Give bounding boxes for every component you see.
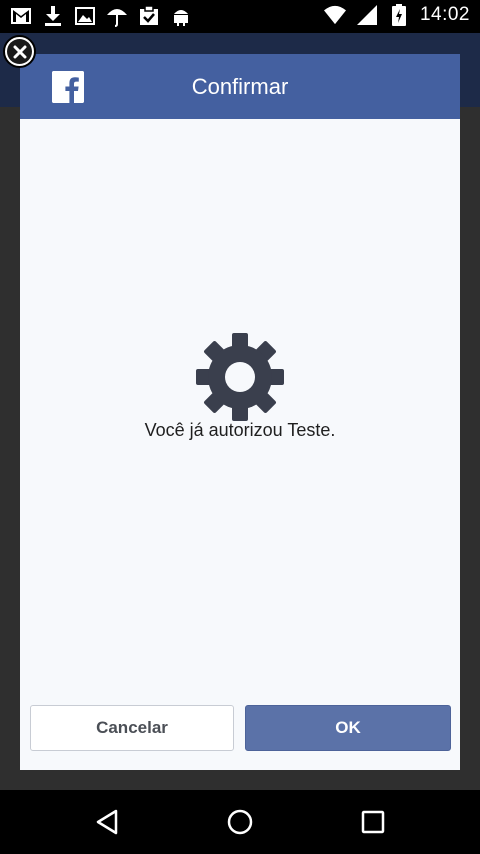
android-icon <box>170 5 192 27</box>
download-icon <box>42 5 64 27</box>
recents-icon[interactable] <box>359 808 387 836</box>
signal-icon <box>356 4 378 26</box>
back-icon[interactable] <box>93 808 121 836</box>
status-system: 14:02 <box>323 4 470 26</box>
close-icon <box>7 39 32 64</box>
screen: 14:02 Confirmar Você já autorizou Teste.… <box>0 0 480 854</box>
authorization-message: Você já autorizou Teste. <box>144 420 336 440</box>
status-bar: 14:02 <box>0 0 480 33</box>
confirm-dialog: Confirmar Você já autorizou Teste. Cance… <box>20 54 460 770</box>
dialog-header: Confirmar <box>20 54 460 119</box>
close-button[interactable] <box>3 35 36 68</box>
clipboard-check-icon <box>138 5 160 27</box>
cancel-button[interactable]: Cancelar <box>30 705 234 751</box>
wifi-icon <box>323 4 346 26</box>
facebook-logo-icon <box>52 71 84 103</box>
image-icon <box>74 5 96 27</box>
status-notifications <box>10 5 192 27</box>
battery-icon <box>388 4 410 26</box>
home-icon[interactable] <box>226 808 254 836</box>
ok-button[interactable]: OK <box>245 705 451 751</box>
umbrella-icon <box>106 5 128 27</box>
dialog-title: Confirmar <box>191 74 289 99</box>
gear-icon <box>196 333 284 421</box>
navigation-bar <box>0 790 480 854</box>
status-time: 14:02 <box>419 4 470 25</box>
gmail-icon <box>10 5 32 27</box>
